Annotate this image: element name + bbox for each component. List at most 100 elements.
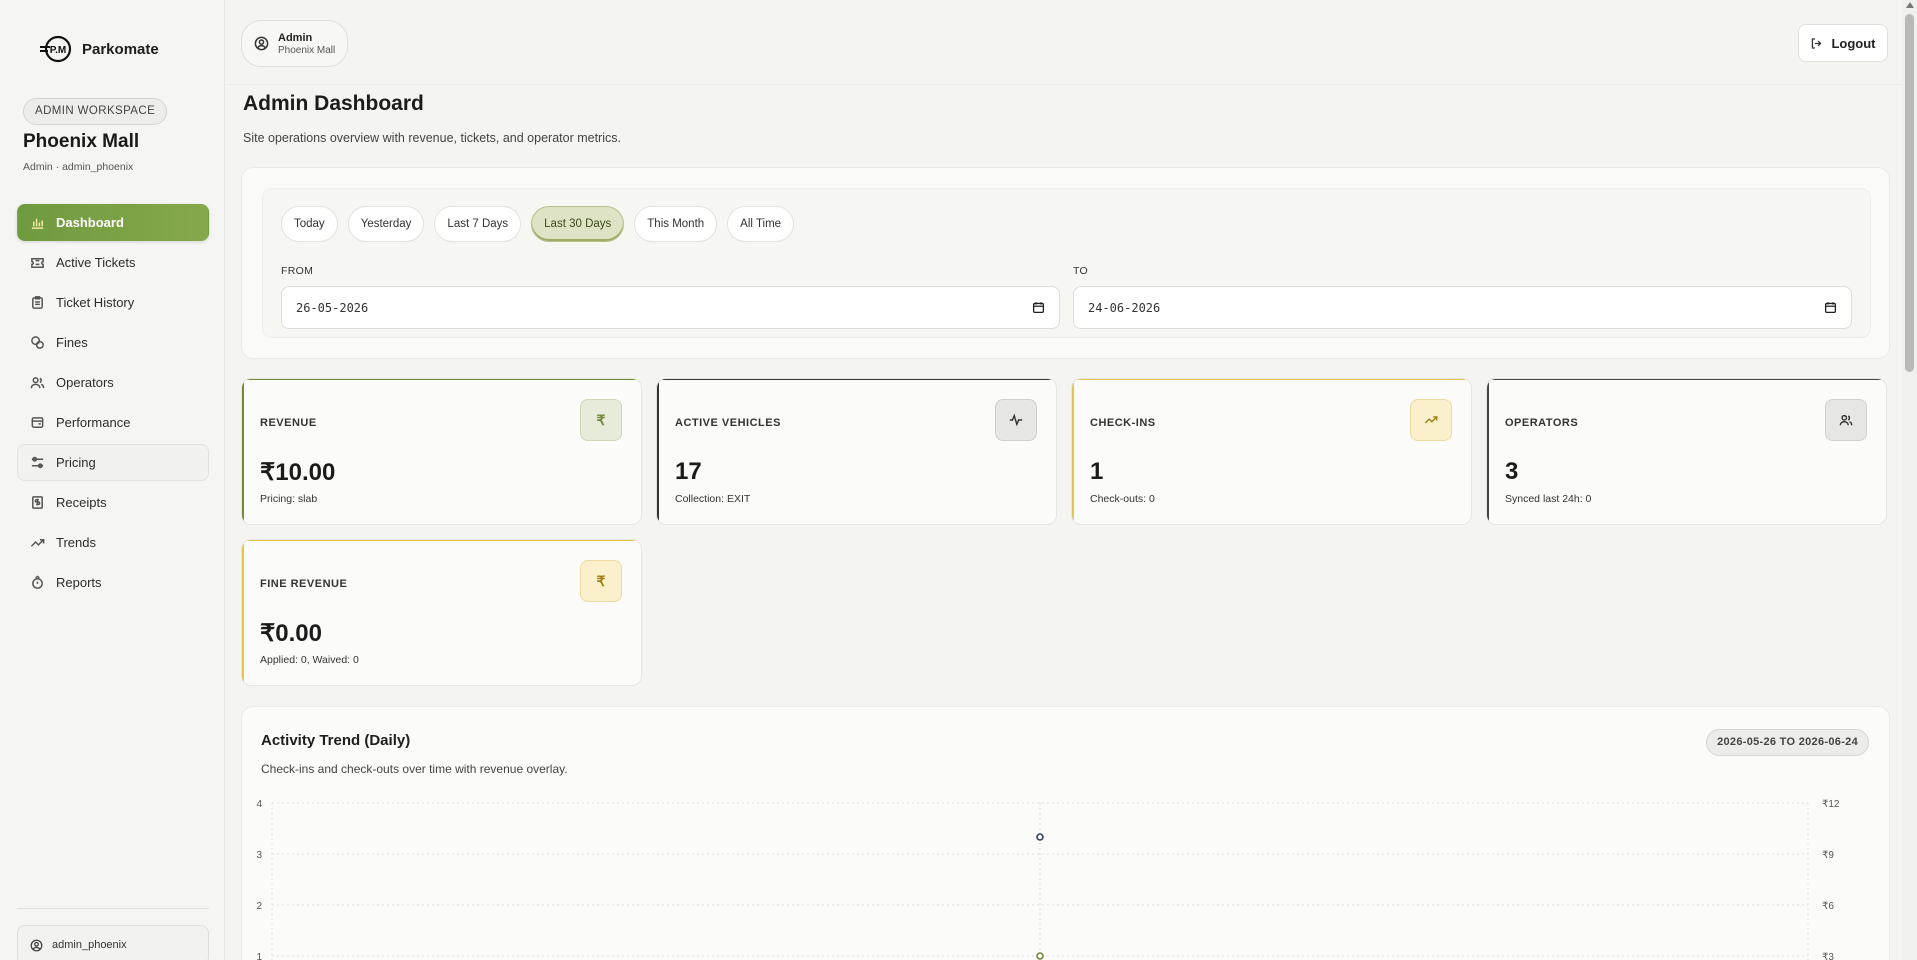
- page-subtitle: Site operations overview with revenue, t…: [243, 131, 621, 145]
- kpi-note: Synced last 24h: 0: [1505, 493, 1592, 505]
- kpi-card-fine-revenue: FINE REVENUE ₹ ₹0.00 Applied: 0, Waived:…: [241, 539, 642, 686]
- user-site: Phoenix Mall: [278, 44, 336, 56]
- y-right-tick-label: ₹12: [1822, 799, 1840, 810]
- range-yesterday-button[interactable]: Yesterday: [347, 206, 425, 242]
- range-this-month-button[interactable]: This Month: [634, 206, 718, 242]
- kpi-label: FINE REVENUE: [260, 578, 348, 590]
- kpi-label: CHECK-INS: [1090, 417, 1156, 429]
- sidebar-item-label: Reports: [56, 575, 102, 590]
- to-date-label: TO: [1073, 265, 1088, 277]
- date-filter-panel: Today Yesterday Last 7 Days Last 30 Days…: [262, 188, 1871, 338]
- bar-chart-icon: [31, 218, 44, 229]
- kpi-accent-bar: [657, 379, 659, 524]
- date-filter-card: Today Yesterday Last 7 Days Last 30 Days…: [241, 167, 1890, 359]
- kpi-card-check-ins: CHECK-INS 1 Check-outs: 0: [1071, 378, 1472, 525]
- brand-name: Parkomate: [82, 40, 159, 58]
- sidebar-item-label: Ticket History: [56, 295, 135, 310]
- sidebar-item-fines[interactable]: Fines: [17, 324, 209, 361]
- site-subtitle: Admin · admin_phoenix: [23, 161, 134, 173]
- gauge-icon: [31, 417, 44, 428]
- y-left-tick-label: 2: [256, 901, 262, 912]
- sidebar-item-label: Active Tickets: [56, 255, 136, 270]
- users-icon: [30, 377, 45, 389]
- y-left-tick-label: 4: [256, 799, 262, 810]
- sidebar: P.M Parkomate ADMIN WORKSPACE Phoenix Ma…: [0, 0, 225, 960]
- y-left-tick-label: 3: [256, 850, 262, 861]
- ticket-icon: [31, 258, 44, 268]
- kpi-value: ₹10.00: [260, 459, 336, 486]
- to-date-input[interactable]: 24-06-2026: [1073, 286, 1852, 329]
- sidebar-item-reports[interactable]: Reports: [17, 564, 209, 601]
- sidebar-divider: [17, 908, 209, 909]
- y-right-tick-label: ₹6: [1822, 901, 1834, 912]
- kpi-top-border: [242, 540, 641, 541]
- kpi-top-border: [657, 379, 1056, 380]
- logout-icon: [1812, 37, 1822, 49]
- scrollbar-thumb[interactable]: [1905, 14, 1914, 372]
- kpi-label: ACTIVE VEHICLES: [675, 417, 781, 429]
- calendar-icon[interactable]: [1032, 301, 1045, 314]
- chart-subtitle: Check-ins and check-outs over time with …: [261, 762, 568, 776]
- y-right-tick-label: ₹3: [1822, 952, 1834, 960]
- kpi-accent-bar: [242, 379, 244, 524]
- logout-label: Logout: [1831, 35, 1876, 51]
- kpi-accent-bar: [242, 540, 244, 685]
- chart-title: Activity Trend (Daily): [261, 732, 411, 749]
- range-last-7-days-button[interactable]: Last 7 Days: [434, 206, 522, 242]
- sidebar-username: admin_phoenix: [52, 939, 127, 951]
- range-today-button[interactable]: Today: [281, 206, 338, 242]
- kpi-label: REVENUE: [260, 417, 317, 429]
- user-circle-icon: [254, 36, 269, 51]
- sidebar-item-receipts[interactable]: Receipts: [17, 484, 209, 521]
- user-role: Admin: [278, 31, 313, 44]
- from-date-value: 26-05-2026: [296, 300, 369, 315]
- calendar-icon[interactable]: [1824, 301, 1837, 314]
- kpi-label: OPERATORS: [1505, 417, 1579, 429]
- user-circle-icon: [30, 939, 43, 951]
- parkomate-logo-icon: P.M: [40, 35, 72, 63]
- workspace-badge: ADMIN WORKSPACE: [23, 98, 168, 125]
- kpi-top-border: [1487, 379, 1886, 380]
- brand-logo[interactable]: P.M Parkomate: [38, 34, 159, 64]
- sidebar-item-label: Trends: [56, 535, 96, 550]
- sidebar-item-trends[interactable]: Trends: [17, 524, 209, 561]
- clipboard-icon: [32, 296, 43, 309]
- scroll-up-arrow-icon[interactable]: [1906, 2, 1914, 8]
- kpi-note: Pricing: slab: [260, 493, 318, 505]
- to-date-value: 24-06-2026: [1088, 300, 1161, 315]
- sidebar-item-dashboard[interactable]: Dashboard: [17, 204, 209, 241]
- report-icon: [32, 575, 43, 589]
- from-date-input[interactable]: 26-05-2026: [281, 286, 1060, 329]
- trend-icon: [30, 538, 45, 547]
- sidebar-item-label: Performance: [56, 415, 131, 430]
- plot-area: [272, 803, 1808, 960]
- header-divider: [226, 84, 1902, 85]
- check-in-point: [1036, 952, 1044, 960]
- kpi-accent-bar: [1487, 379, 1489, 524]
- sidebar-item-operators[interactable]: Operators: [17, 364, 209, 401]
- trend-up-icon: [1410, 399, 1452, 441]
- users-icon: [1825, 399, 1867, 441]
- range-all-time-button[interactable]: All Time: [727, 206, 795, 242]
- kpi-card-active-vehicles: ACTIVE VEHICLES 17 Collection: EXIT: [656, 378, 1057, 525]
- sidebar-item-label: Dashboard: [56, 215, 124, 230]
- user-role-chip[interactable]: Admin Phoenix Mall: [241, 20, 348, 67]
- main-content: Admin Phoenix Mall Logout Admin Dashboar…: [226, 0, 1902, 960]
- logout-button[interactable]: Logout: [1798, 24, 1888, 62]
- kpi-value: ₹0.00: [260, 620, 322, 647]
- sidebar-item-ticket-history[interactable]: Ticket History: [17, 284, 209, 321]
- rupee-icon: ₹: [580, 560, 622, 602]
- kpi-value: 1: [1090, 458, 1104, 485]
- range-last-30-days-button[interactable]: Last 30 Days: [531, 206, 625, 242]
- kpi-accent-bar: [1072, 379, 1074, 524]
- sidebar-item-active-tickets[interactable]: Active Tickets: [17, 244, 209, 281]
- kpi-note: Applied: 0, Waived: 0: [260, 654, 359, 666]
- y-left-tick-label: 1: [256, 952, 262, 960]
- coins-icon: [31, 336, 44, 349]
- receipt-icon: [32, 496, 43, 509]
- sidebar-item-pricing[interactable]: Pricing: [17, 444, 209, 481]
- revenue-point: [1036, 833, 1044, 841]
- sidebar-user-chip[interactable]: admin_phoenix: [17, 925, 209, 960]
- activity-trend-chart[interactable]: 4 3 2 1 ₹12 ₹9 ₹6 ₹3: [242, 792, 1891, 960]
- sidebar-item-performance[interactable]: Performance: [17, 404, 209, 441]
